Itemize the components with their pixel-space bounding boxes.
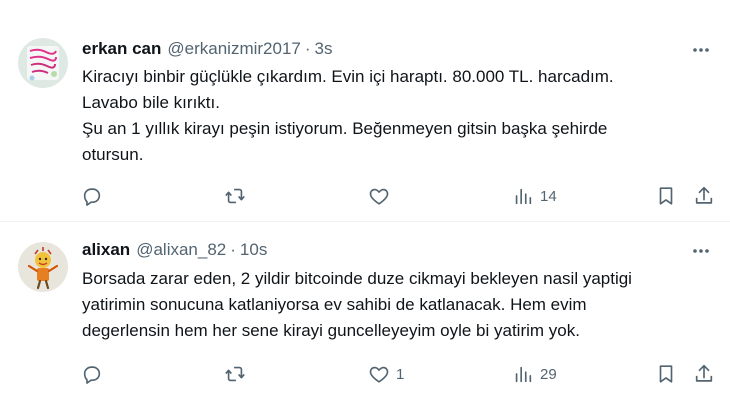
reply-button[interactable]: [81, 184, 109, 208]
bookmark-icon: [659, 187, 673, 205]
analytics-icon: [515, 366, 532, 383]
timestamp[interactable]: 3s: [315, 39, 333, 59]
tweet-header: alixan @alixan_82 · 10s: [82, 239, 267, 261]
tweet-text-line: Şu an 1 yıllık kirayı peşin istiyorum. B…: [82, 119, 608, 138]
author-name[interactable]: alixan: [82, 240, 130, 260]
bookmark-button[interactable]: [655, 184, 677, 208]
bookmark-button[interactable]: [655, 362, 677, 386]
avatar-image: [18, 242, 68, 292]
tweet-text-line: yatirimin sonucuna katlaniyorsa ev sahib…: [82, 295, 587, 314]
timestamp[interactable]: 10s: [240, 240, 267, 260]
tweet-text-line: Lavabo bile kırıktı.: [82, 93, 220, 112]
avatar[interactable]: [18, 242, 68, 292]
more-icon: [693, 48, 709, 52]
more-options-button[interactable]: [690, 39, 712, 61]
retweet-icon: [225, 366, 245, 382]
tweet-text: Borsada zarar eden, 2 yildir bitcoinde d…: [82, 266, 712, 344]
share-button[interactable]: [693, 362, 715, 386]
reply-icon: [83, 366, 101, 384]
tweet-erkan[interactable]: erkan can @erkanizmir2017 · 3s Kiracıyı …: [0, 0, 730, 222]
separator: ·: [304, 39, 311, 58]
views-button[interactable]: 29: [512, 362, 557, 386]
analytics-icon: [515, 188, 532, 205]
tweet-text-line: Borsada zarar eden, 2 yildir bitcoinde d…: [82, 269, 632, 288]
tweet-alixan[interactable]: alixan @alixan_82 · 10s Borsada zarar ed…: [0, 222, 730, 420]
share-icon: [695, 364, 713, 382]
views-count: 14: [540, 187, 557, 205]
author-name[interactable]: erkan can: [82, 39, 161, 59]
more-icon: [693, 249, 709, 253]
like-button[interactable]: 1: [368, 362, 404, 386]
like-button[interactable]: [368, 184, 396, 208]
separator: ·: [230, 240, 236, 259]
reply-icon: [83, 188, 101, 206]
views-button[interactable]: 14: [512, 184, 557, 208]
retweet-button[interactable]: [223, 362, 253, 386]
bookmark-icon: [659, 365, 673, 383]
more-options-button[interactable]: [690, 240, 712, 262]
tweet-text: Kiracıyı binbir güçlükle çıkardım. Evin …: [82, 64, 712, 168]
tweet-header: erkan can @erkanizmir2017 · 3s: [82, 38, 333, 60]
retweet-button[interactable]: [223, 184, 253, 208]
retweet-icon: [225, 188, 245, 204]
views-count: 29: [540, 365, 557, 383]
heart-icon: [369, 366, 389, 383]
share-icon: [695, 186, 713, 204]
avatar[interactable]: [18, 38, 68, 88]
tweet-text-line: degerlensin hem her sene kirayi guncelle…: [82, 321, 580, 340]
tweet-actions: 14: [0, 184, 730, 208]
like-count: 1: [396, 365, 405, 383]
tweet-actions: 1 29: [0, 362, 730, 386]
share-button[interactable]: [693, 184, 715, 208]
tweet-feed: erkan can @erkanizmir2017 · 3s Kiracıyı …: [0, 0, 730, 420]
avatar-image: [18, 38, 68, 88]
tweet-text-line: otursun.: [82, 145, 144, 164]
reply-button[interactable]: [81, 362, 109, 386]
author-handle[interactable]: @alixan_82: [136, 240, 226, 260]
tweet-text-line: Kiracıyı binbir güçlükle çıkardım. Evin …: [82, 67, 614, 86]
author-handle[interactable]: @erkanizmir2017: [167, 39, 300, 59]
heart-icon: [369, 188, 389, 205]
